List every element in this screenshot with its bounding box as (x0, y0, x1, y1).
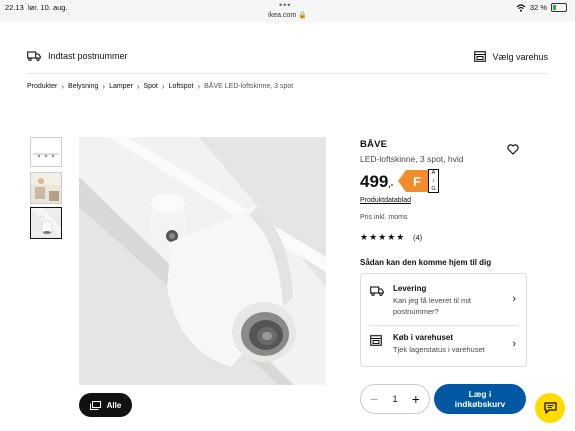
delivery-option-store[interactable]: Køb i varehuset Tjek lagerstatus i vareh… (361, 326, 526, 366)
postcode-label: Indtast postnummer (48, 51, 128, 61)
breadcrumb-separator: › (61, 82, 65, 91)
heart-icon (507, 144, 519, 155)
quantity-plus-button[interactable]: + (412, 391, 420, 407)
chat-icon (543, 402, 557, 414)
status-bar: 22.13 lør. 10. aug. ••• ikea.com 🔒 32 % (0, 0, 575, 22)
price-value: 499 (360, 172, 389, 191)
energy-arrow (398, 170, 406, 192)
all-images-label: Alle (106, 400, 122, 410)
all-images-button[interactable]: Alle (79, 393, 132, 417)
thumbnail-1[interactable] (30, 137, 62, 167)
breadcrumb: Produkter › Belysning › Lamper › Spot › Loft… (27, 82, 293, 91)
store-icon (474, 51, 487, 62)
battery-icon (551, 3, 567, 12)
add-to-cart-button[interactable]: Læg i indkøbskurv (434, 384, 526, 414)
product-price: 499,- (360, 172, 393, 192)
chevron-right-icon: › (512, 338, 516, 350)
store-label: Vælg varehus (492, 51, 548, 62)
delivery-card: Levering Kan jeg få leveret til mit post… (360, 273, 527, 367)
review-count[interactable]: (4) (413, 233, 422, 242)
quantity-value: 1 (392, 394, 398, 404)
product-description: LED-loftskinne, 3 spot, hvid (360, 154, 464, 164)
product-name: BÅVE (360, 139, 388, 150)
breadcrumb-item[interactable]: Belysning (68, 83, 98, 90)
battery-percent: 32 % (529, 3, 547, 12)
breadcrumb-separator: › (197, 82, 201, 91)
store-icon (370, 335, 382, 346)
product-image[interactable] (79, 137, 326, 385)
quantity-minus-button[interactable]: − (370, 391, 378, 407)
breadcrumb-separator: › (161, 82, 165, 91)
url-bar[interactable]: ikea.com 🔒 (0, 11, 575, 19)
vat-note: Pris inkl. moms (360, 214, 408, 221)
store-button[interactable]: Vælg varehus (474, 51, 548, 62)
breadcrumb-item[interactable]: Spot (143, 83, 157, 90)
lock-icon: 🔒 (298, 12, 307, 19)
breadcrumb-item[interactable]: Produkter (27, 83, 57, 90)
thumbnail-2[interactable] (30, 172, 62, 204)
delivery-option-desc: Tjek lagerstatus i varehuset (393, 345, 485, 354)
price-suffix: ,- (388, 180, 394, 189)
quantity-stepper: − 1 + (360, 384, 430, 414)
postcode-button[interactable]: Indtast postnummer (27, 51, 128, 61)
delivery-option-title: Køb i varehuset (393, 333, 454, 342)
delivery-option-levering[interactable]: Levering Kan jeg få leveret til mit post… (361, 274, 526, 325)
breadcrumb-separator: › (102, 82, 106, 91)
delivery-option-desc: Kan jeg få leveret til mit postnummer? (393, 296, 471, 316)
status-dots: ••• (279, 0, 292, 10)
delivery-title: Sådan kan den komme hjem til dig (360, 258, 492, 267)
wifi-icon (516, 3, 526, 12)
datasheet-link[interactable]: Produktdatablad (360, 197, 411, 204)
status-right: 32 % (516, 3, 567, 12)
rating-stars[interactable]: ★★★★★ (360, 232, 405, 243)
energy-class: F (406, 170, 428, 192)
breadcrumb-current: BÅVE LED-loftskinne, 3 spot (204, 83, 294, 90)
add-to-cart-line1: Læg i (468, 389, 492, 399)
truck-icon (370, 286, 384, 296)
gallery-icon (89, 400, 101, 410)
add-to-cart-line2: indkøbskurv (454, 399, 506, 409)
header-divider (27, 73, 547, 74)
delivery-option-title: Levering (393, 284, 427, 293)
energy-scale: A ↕ G (428, 169, 439, 193)
truck-icon (27, 51, 41, 61)
thumbnail-3-selected[interactable] (30, 207, 62, 239)
breadcrumb-item[interactable]: Loftspot (169, 83, 194, 90)
favorite-button[interactable] (507, 142, 519, 160)
chevron-right-icon: › (512, 293, 516, 305)
energy-label[interactable]: F A ↕ G (398, 169, 439, 193)
breadcrumb-item[interactable]: Lamper (109, 83, 133, 90)
breadcrumb-separator: › (136, 82, 140, 91)
chat-button[interactable] (535, 393, 565, 423)
